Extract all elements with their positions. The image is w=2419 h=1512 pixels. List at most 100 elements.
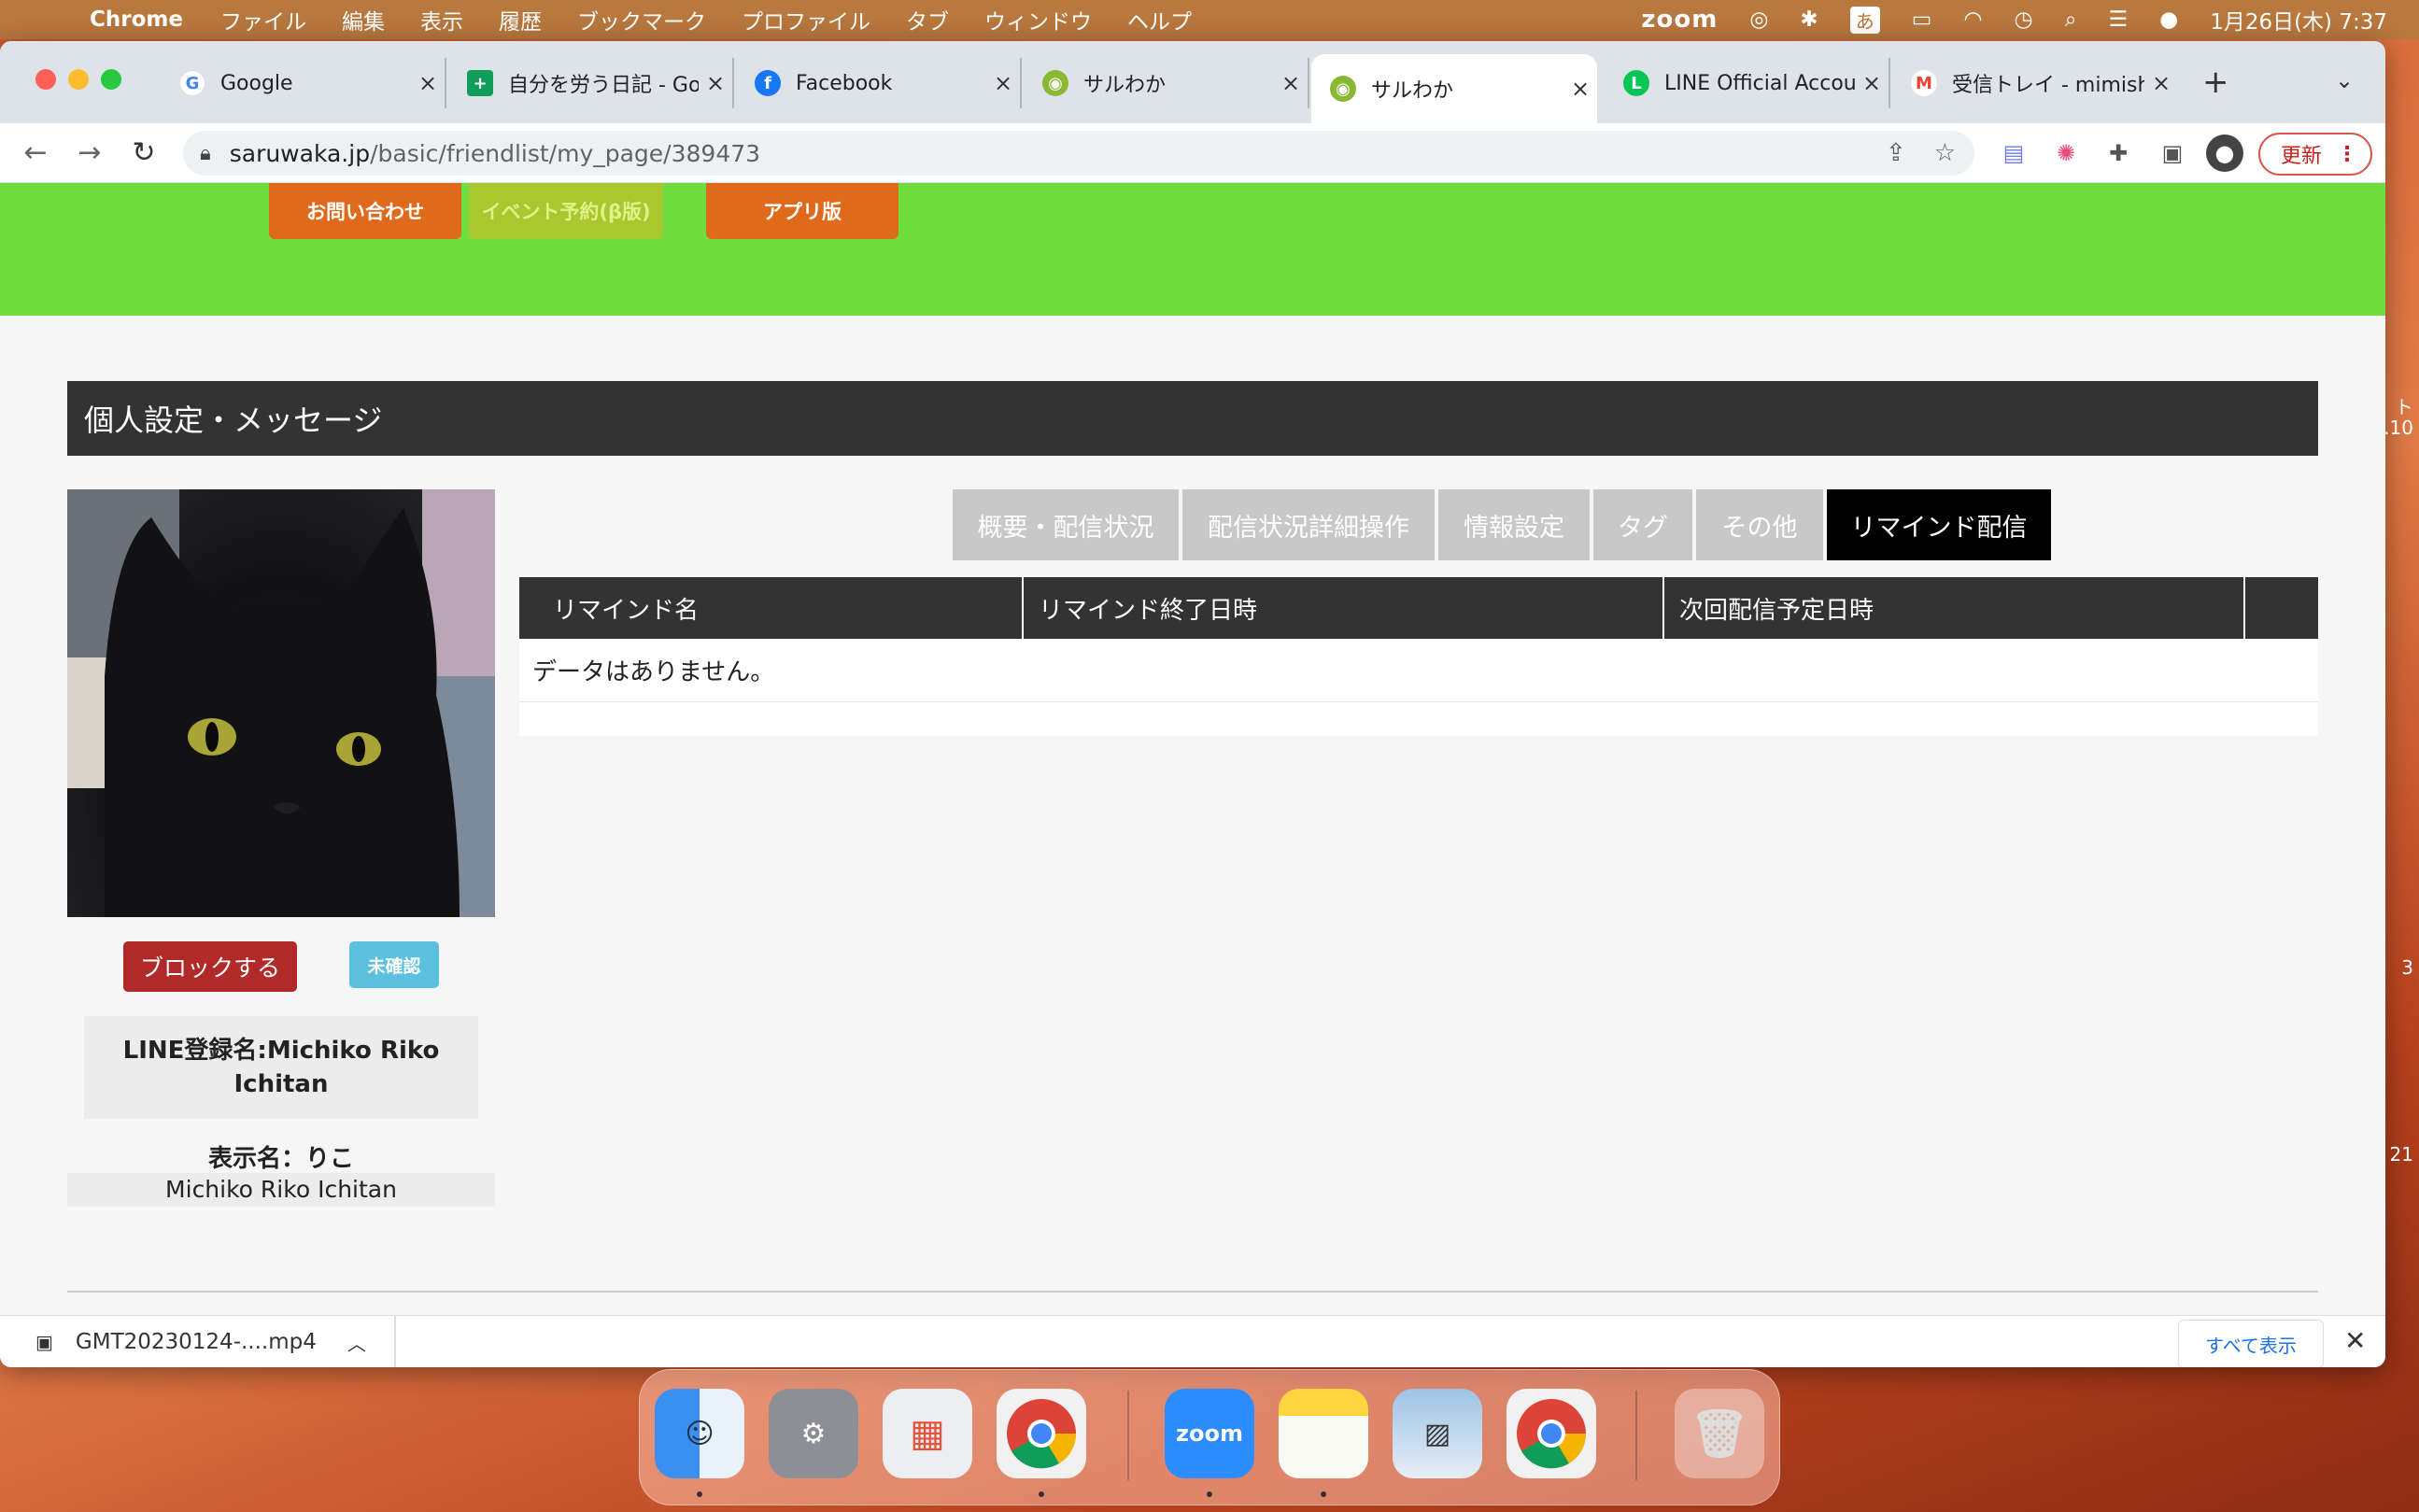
menu-profiles[interactable]: プロファイル [742,4,870,35]
download-item[interactable]: ▣ GMT20230124-....mp4 ︿ [0,1316,396,1367]
menu-window[interactable]: ウィンドウ [984,4,1092,35]
trash-icon[interactable]: 🗑︎ [1675,1389,1764,1478]
zoom-status-icon[interactable]: zoom [1641,6,1718,34]
wifi-icon[interactable]: ◠ [1963,7,1982,32]
profile-avatar[interactable]: ● [2206,134,2243,172]
back-icon[interactable]: ← [17,136,54,169]
sheets-icon: + [467,70,493,96]
running-indicator [1039,1491,1044,1497]
menu-history[interactable]: 履歴 [499,4,542,35]
event-reservation-button[interactable]: イベント予約(β版) [469,183,663,239]
tab-diary-sheet[interactable]: + 自分を労う日記 - Goo × [448,58,734,108]
section-title: 個人設定・メッセージ [67,381,2318,456]
close-icon[interactable]: × [1855,70,1889,96]
zoom-icon[interactable]: zoom [1165,1389,1254,1478]
tab-search-chevron-icon[interactable]: ⌄ [2335,67,2354,93]
unconfirmed-badge-button[interactable]: 未確認 [349,941,439,988]
desktop-fragment: 3 [2401,956,2413,979]
update-chrome-button[interactable]: 更新 ⋮ [2258,133,2372,176]
menu-tab[interactable]: タブ [906,4,949,35]
browser-toolbar: ← → ↻ 🔒︎ saruwaka.jp/basic/friendlist/my… [0,123,2385,183]
share-icon[interactable]: ⇪ [1886,139,1906,167]
chrome-profile-icon[interactable] [1507,1389,1596,1478]
finder-icon[interactable]: ☺ [655,1389,744,1478]
side-panel-icon[interactable]: ▣ [2154,134,2191,172]
siri-icon[interactable]: ● [2159,7,2178,32]
menubar-clock[interactable]: 1月26日(木) 7:37 [2210,4,2387,35]
preview-icon[interactable]: ▨ [1393,1389,1482,1478]
menubar-app-name[interactable]: Chrome [90,7,183,32]
close-icon[interactable]: × [1563,76,1597,102]
browser-window: G Google × + 自分を労う日記 - Goo × f Facebook … [0,41,2385,1367]
tab-remind-delivery[interactable]: リマインド配信 [1827,489,2051,560]
tab-tags[interactable]: タグ [1593,489,1692,560]
lock-icon[interactable]: 🔒︎ [200,142,211,165]
close-icon[interactable]: × [699,70,732,96]
time-machine-icon[interactable]: ◷ [2015,7,2033,32]
tab-google[interactable]: G Google × [161,58,446,108]
focus-icon[interactable]: ◎ [1749,7,1768,32]
system-preferences-icon[interactable]: ⚙ [769,1389,858,1478]
app-version-button[interactable]: アプリ版 [706,183,898,239]
menu-help[interactable]: ヘルプ [1127,4,1192,35]
menu-bookmarks[interactable]: ブックマーク [577,4,706,35]
close-icon[interactable]: × [1274,70,1308,96]
fullscreen-window-button[interactable] [101,69,121,90]
chrome-icon[interactable] [997,1389,1086,1478]
tab-line-official[interactable]: L LINE Official Accou × [1605,58,1890,108]
running-indicator [697,1491,702,1497]
block-button[interactable]: ブロックする [123,941,297,992]
show-all-downloads-button[interactable]: すべて表示 [2178,1320,2324,1367]
chevron-up-icon[interactable]: ︿ [347,1329,366,1356]
close-icon[interactable]: × [986,70,1020,96]
tab-saruwaka-active[interactable]: ◉ サルわか × [1311,54,1597,123]
extension-color-icon[interactable]: ✺ [2047,134,2085,172]
update-label: 更新 [2281,145,2323,168]
download-bar: ▣ GMT20230124-....mp4 ︿ すべて表示 ✕ [0,1315,2385,1367]
close-icon[interactable]: × [2144,70,2178,96]
tab-info-settings[interactable]: 情報設定 [1438,489,1590,560]
tab-other[interactable]: その他 [1696,489,1823,560]
desktop-fragment: ト [2395,396,2413,418]
tab-title: LINE Official Accou [1664,71,1855,95]
close-window-button[interactable] [35,69,56,90]
minimize-window-button[interactable] [68,69,89,90]
spotlight-icon[interactable]: ⌕ [2065,7,2077,32]
control-center-icon[interactable]: ☰ [2108,7,2128,32]
contact-button[interactable]: お問い合わせ [269,183,461,239]
address-bar[interactable]: 🔒︎ saruwaka.jp/basic/friendlist/my_page/… [183,131,1974,176]
forward-icon[interactable]: → [71,136,108,169]
menu-file[interactable]: ファイル [220,4,306,35]
tab-saruwaka-1[interactable]: ◉ サルわか × [1024,58,1309,108]
menu-edit[interactable]: 編集 [342,4,385,35]
tab-overview-status[interactable]: 概要・配信状況 [953,489,1179,560]
extension-code-icon[interactable]: ▤ [1995,134,2032,172]
tab-facebook[interactable]: f Facebook × [736,58,1022,108]
tab-title: 自分を労う日記 - Goo [508,74,699,97]
running-indicator [1321,1491,1326,1497]
tab-delivery-detail[interactable]: 配信状況詳細操作 [1182,489,1435,560]
col-actions [2245,577,2318,639]
reload-icon[interactable]: ↻ [125,136,163,169]
tab-title: サルわか [1371,79,1454,103]
chrome-logo [1517,1399,1587,1469]
ime-icon[interactable]: あ [1849,6,1880,34]
close-icon[interactable]: × [411,70,445,96]
menu-view[interactable]: 表示 [420,4,463,35]
battery-icon[interactable]: ▭ [1912,7,1932,32]
launchpad-icon[interactable]: ▦ [883,1389,972,1478]
desktop-fragment: 21 [2389,1143,2413,1166]
url-host: saruwaka.jp [229,139,371,167]
notes-icon[interactable] [1279,1389,1368,1478]
col-next-delivery: 次回配信予定日時 [1664,577,2245,639]
cat-photo-image [67,489,495,917]
bookmark-star-icon[interactable]: ☆ [1934,139,1956,167]
dock: ☺ ⚙ ▦ zoom ▨ 🗑︎ [639,1369,1780,1505]
bluetooth-icon[interactable]: ✱ [1800,7,1818,32]
more-menu-icon[interactable]: ⋮ [2337,143,2357,166]
close-icon[interactable]: ✕ [2344,1325,2366,1356]
extensions-puzzle-icon[interactable]: ✚ [2100,134,2137,172]
new-tab-button[interactable]: + [2202,64,2229,101]
display-name: 表示名：りこ [207,1145,354,1173]
tab-gmail[interactable]: M 受信トレイ - mimish × [1892,58,2178,108]
